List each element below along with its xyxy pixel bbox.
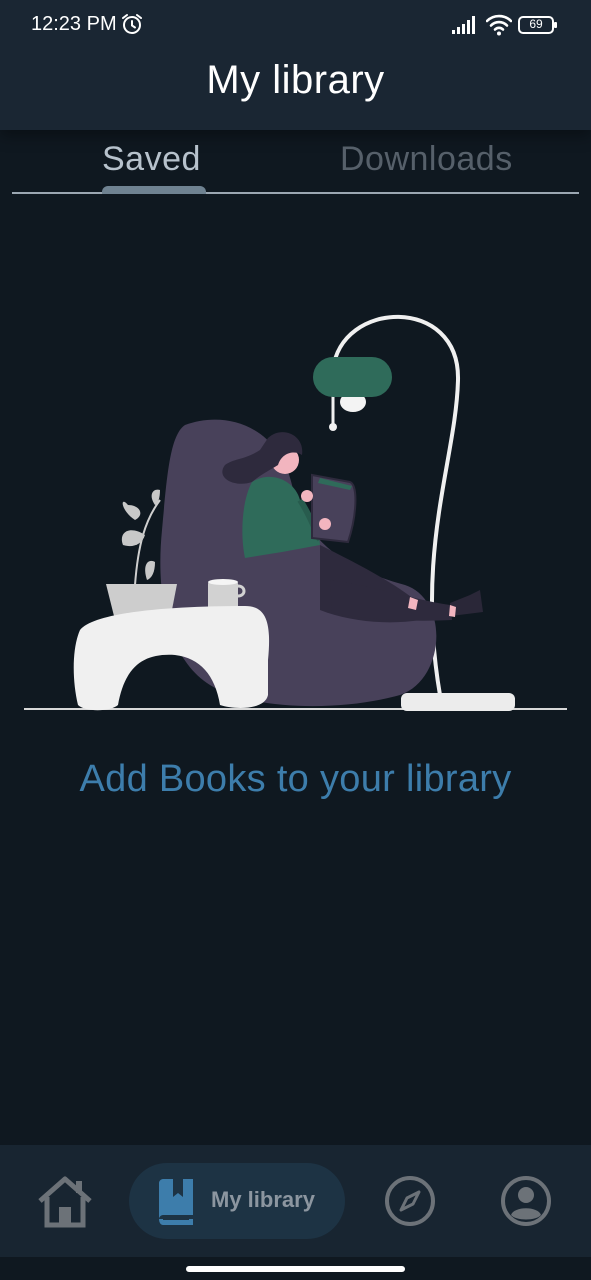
status-bar: 12:23 PM 69 — [0, 0, 591, 50]
tab-active-indicator — [102, 186, 206, 194]
empty-state-message: Add Books to your library — [79, 758, 512, 800]
bottom-navigation: My library — [0, 1145, 591, 1257]
tab-saved[interactable]: Saved — [102, 140, 201, 179]
nav-my-library[interactable]: My library — [129, 1163, 345, 1239]
book-bookmark-icon — [159, 1179, 193, 1225]
battery-level: 69 — [529, 17, 543, 31]
tabs-divider — [12, 192, 579, 194]
woman-reading-on-beanbag-illustration — [24, 314, 567, 711]
signal-icon — [452, 16, 475, 34]
alarm-icon — [122, 14, 142, 34]
app-header: 12:23 PM 69 My library — [0, 0, 591, 130]
tab-downloads[interactable]: Downloads — [340, 140, 513, 179]
home-indicator — [186, 1266, 405, 1272]
page-title: My library — [206, 58, 385, 102]
compass-icon[interactable] — [384, 1175, 436, 1227]
wifi-icon — [486, 14, 512, 36]
library-tabs: Saved Downloads — [12, 135, 579, 195]
home-icon[interactable] — [36, 1175, 94, 1229]
profile-icon[interactable] — [500, 1175, 552, 1227]
status-time: 12:23 PM — [31, 13, 117, 35]
nav-my-library-label: My library — [211, 1187, 315, 1212]
